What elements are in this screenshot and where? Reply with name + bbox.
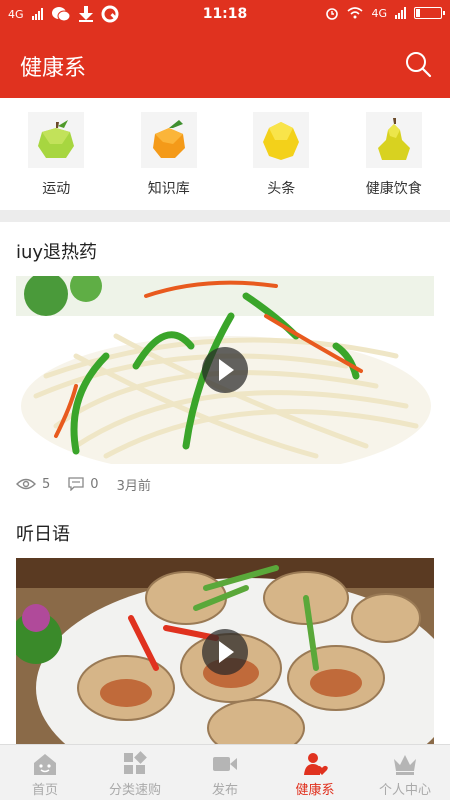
- orange-icon: [140, 112, 197, 168]
- alarm-icon: [326, 8, 339, 20]
- app-header: 健康系: [0, 30, 450, 98]
- tab-label: 健康系: [295, 783, 335, 798]
- category-label: 头条: [267, 181, 296, 197]
- video-camera-icon: [213, 757, 237, 771]
- comments-count: 0: [90, 476, 99, 492]
- post-meta: 5 0 3月前: [16, 464, 434, 504]
- search-icon[interactable]: [404, 50, 432, 78]
- page-title: 健康系: [20, 56, 87, 81]
- video-thumbnail[interactable]: [16, 558, 434, 744]
- bottom-tab-bar: 首页 分类速购 发布 健康系 个人中心: [0, 744, 450, 800]
- status-right: 4G: [325, 6, 445, 20]
- battery-icon: [414, 7, 445, 19]
- category-label: 健康饮食: [365, 181, 422, 197]
- tab-health[interactable]: 健康系: [270, 745, 360, 800]
- video-thumbnail[interactable]: [16, 276, 434, 464]
- tab-category-shop[interactable]: 分类速购: [90, 745, 180, 800]
- category-label: 运动: [42, 181, 71, 197]
- views-count: 5: [42, 476, 51, 492]
- post-item[interactable]: 听日语: [0, 504, 450, 744]
- eye-icon: [16, 478, 36, 490]
- category-healthy-diet[interactable]: 健康饮食: [338, 98, 450, 210]
- section-divider: [0, 210, 450, 222]
- heart-person-icon: [304, 753, 328, 775]
- category-label: 知识库: [147, 181, 190, 197]
- category-grid: 运动 知识库 头条 健康饮食: [0, 98, 450, 210]
- category-knowledge[interactable]: 知识库: [113, 98, 226, 210]
- tab-profile[interactable]: 个人中心: [360, 745, 450, 800]
- lemon-icon: [253, 112, 310, 168]
- category-headlines[interactable]: 头条: [225, 98, 338, 210]
- tab-label: 个人中心: [378, 783, 431, 798]
- green-apple-icon: [28, 112, 85, 168]
- status-bar: 4G 11:18 4G: [0, 0, 450, 30]
- tab-label: 首页: [31, 783, 58, 798]
- tab-home[interactable]: 首页: [0, 745, 90, 800]
- play-button[interactable]: [202, 347, 248, 393]
- tab-label: 发布: [211, 783, 238, 798]
- post-time: 3月前: [116, 478, 151, 494]
- play-button[interactable]: [202, 629, 248, 675]
- crown-icon: [394, 755, 416, 775]
- wifi-icon: [347, 7, 363, 19]
- post-title[interactable]: 听日语: [16, 504, 434, 558]
- home-icon: [34, 754, 56, 775]
- post-feed[interactable]: iuy退热药 5 0 3月前 听日语: [0, 222, 450, 744]
- post-title[interactable]: iuy退热药: [16, 222, 434, 276]
- category-sport[interactable]: 运动: [0, 98, 113, 210]
- comment-icon: [68, 477, 84, 491]
- grid-icon: [124, 751, 147, 774]
- post-item[interactable]: iuy退热药 5 0 3月前: [0, 222, 450, 504]
- signal-icon-2: [395, 7, 406, 19]
- tab-publish[interactable]: 发布: [180, 745, 270, 800]
- pear-icon: [365, 112, 422, 168]
- tab-label: 分类速购: [108, 783, 161, 798]
- network-type-2: 4G: [371, 6, 387, 20]
- comments-stat: 0: [68, 476, 99, 492]
- views-stat: 5: [16, 477, 50, 492]
